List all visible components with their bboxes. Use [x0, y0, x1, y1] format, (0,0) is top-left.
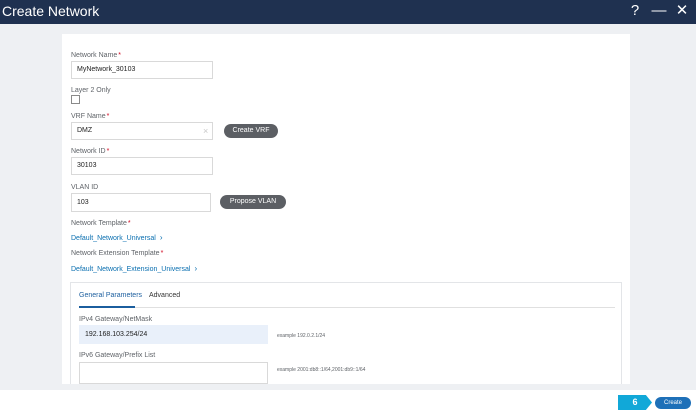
title-bar: Create Network ? — ✕: [0, 0, 696, 24]
network-extension-template-link[interactable]: Default_Network_Extension_Universal ›: [71, 264, 197, 273]
create-button[interactable]: Create: [655, 397, 691, 409]
ipv6-gateway-input[interactable]: [79, 362, 268, 384]
required-marker: *: [127, 220, 131, 227]
clear-icon[interactable]: ×: [203, 123, 208, 139]
required-marker: *: [118, 52, 122, 59]
chevron-right-icon: ›: [159, 233, 163, 242]
chevron-down-icon[interactable]: ∨: [212, 123, 213, 140]
network-id-input[interactable]: 30103: [71, 157, 213, 175]
network-extension-template-label: Network Extension Template*: [71, 250, 164, 257]
ipv6-gateway-label: IPv6 Gateway/Prefix List: [79, 352, 156, 359]
network-template-label: Network Template*: [71, 220, 131, 227]
help-icon[interactable]: ?: [626, 1, 644, 21]
tab-advanced[interactable]: Advanced: [149, 292, 180, 299]
ipv4-example-hint: example 192.0.2.1/24: [277, 333, 326, 339]
minimize-icon[interactable]: —: [650, 1, 668, 21]
network-id-label: Network ID*: [71, 148, 110, 155]
parameters-panel: General Parameters Advanced IPv4 Gateway…: [70, 282, 622, 384]
ipv6-example-hint: example 2001:db8::1/64,2001:db9::1/64: [277, 367, 366, 373]
vrf-name-label: VRF Name*: [71, 113, 110, 120]
vrf-name-value: DMZ: [77, 127, 93, 134]
layer2-only-label: Layer 2 Only: [71, 87, 111, 94]
close-icon[interactable]: ✕: [673, 1, 691, 21]
layer2-only-checkbox[interactable]: [71, 95, 80, 104]
vlan-id-label: VLAN ID: [71, 184, 99, 191]
network-name-input[interactable]: MyNetwork_30103: [71, 61, 213, 79]
tab-general-parameters[interactable]: General Parameters: [79, 292, 142, 299]
required-marker: *: [106, 148, 110, 155]
chevron-right-icon: ›: [194, 264, 198, 273]
required-marker: *: [106, 113, 110, 120]
step-badge: 6: [618, 395, 652, 410]
vlan-id-input[interactable]: 103: [71, 193, 211, 212]
create-vrf-button[interactable]: Create VRF: [224, 124, 278, 138]
window-title: Create Network: [2, 3, 100, 19]
ipv4-gateway-label: IPv4 Gateway/NetMask: [79, 316, 153, 323]
vrf-name-select[interactable]: DMZ × ∨: [71, 122, 213, 140]
footer-bar: [0, 390, 696, 414]
required-marker: *: [160, 250, 164, 257]
propose-vlan-button[interactable]: Propose VLAN: [220, 195, 286, 209]
active-tab-indicator: [79, 306, 135, 308]
tab-divider: [79, 307, 615, 308]
network-name-label: Network Name*: [71, 52, 122, 59]
ipv4-gateway-input[interactable]: 192.168.103.254/24: [79, 325, 268, 344]
network-template-link[interactable]: Default_Network_Universal ›: [71, 233, 163, 242]
create-network-form: Network Name* MyNetwork_30103 Layer 2 On…: [62, 34, 630, 384]
